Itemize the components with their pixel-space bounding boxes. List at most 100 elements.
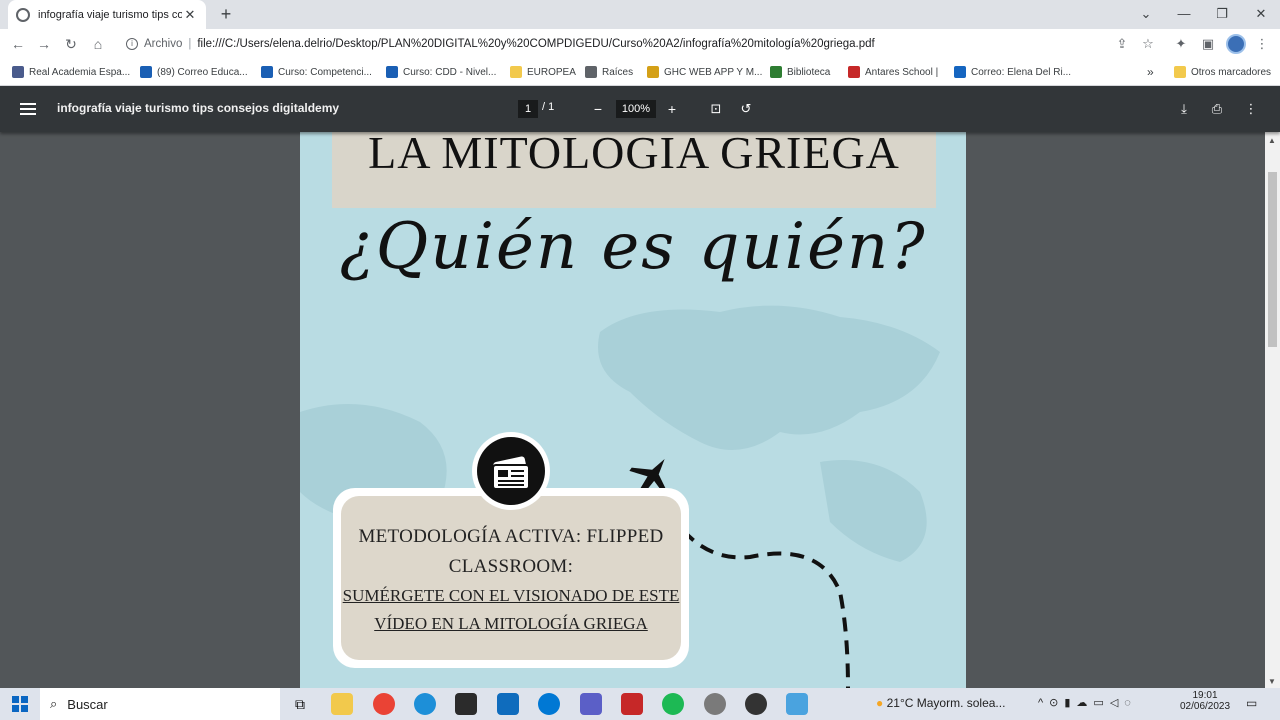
bookmark-label: Curso: Competenci... — [278, 66, 372, 78]
bookmark-item[interactable]: Curso: Competenci... — [261, 64, 372, 80]
other-bookmarks-folder[interactable]: Otros marcadores — [1174, 64, 1271, 80]
rotate-icon[interactable]: ↺ — [737, 101, 755, 117]
task-view-icon[interactable]: ⧉ — [289, 693, 311, 715]
weather-text: 21°C Mayorm. solea... — [886, 696, 1006, 710]
video-link[interactable]: SUMÉRGETE CON EL VISIONADO DE ESTE VÍDEO… — [341, 582, 681, 638]
bookmark-item[interactable]: GHC WEB APP Y M... — [647, 64, 762, 80]
windows-start-icon[interactable] — [12, 696, 28, 712]
clock[interactable]: 19:01 02/06/2023 — [1180, 690, 1230, 712]
store-icon[interactable] — [455, 693, 477, 715]
file-explorer-icon[interactable] — [331, 693, 353, 715]
profile-avatar[interactable] — [1226, 34, 1246, 54]
bookmark-label: Correo: Elena Del Ri... — [971, 66, 1072, 78]
other-bookmarks-label: Otros marcadores — [1191, 66, 1272, 78]
back-button[interactable]: ← — [6, 33, 30, 55]
bookmark-favicon-icon — [647, 66, 659, 78]
hamburger-menu-icon[interactable] — [20, 101, 36, 117]
teams-icon[interactable] — [580, 693, 602, 715]
download-icon[interactable]: ⤓ — [1175, 101, 1193, 117]
bookmark-item[interactable]: Correo: Elena Del Ri... — [954, 64, 1071, 80]
bookmark-item[interactable]: EUROPEA — [510, 64, 576, 80]
news-card-icon — [472, 432, 550, 510]
pdf-page: LA MITOLOGIA GRIEGA ¿Quién es quién? MET… — [300, 132, 966, 688]
bookmark-star-icon[interactable]: ☆ — [1139, 35, 1157, 53]
taskbar-search[interactable]: ⌕ Buscar — [40, 688, 280, 720]
system-tray-icons[interactable]: ^⊙▮☁▭◁◌ — [1038, 696, 1137, 709]
tab-title: infografía viaje turismo tips conse — [38, 8, 182, 21]
chrome-icon[interactable] — [373, 693, 395, 715]
bookmark-item[interactable]: (89) Correo Educa... — [140, 64, 248, 80]
bookmark-favicon-icon — [140, 66, 152, 78]
bookmark-label: Real Academia Espa... — [29, 66, 131, 78]
minimize-button[interactable]: — — [1165, 0, 1203, 29]
date: 02/06/2023 — [1180, 701, 1231, 712]
acrobat-icon[interactable] — [621, 693, 643, 715]
app-icon-4[interactable] — [786, 693, 808, 715]
search-placeholder: Buscar — [67, 696, 108, 712]
bookmark-favicon-icon — [12, 66, 24, 78]
maximize-button[interactable]: ❐ — [1203, 0, 1241, 29]
close-tab-icon[interactable]: ✕ — [182, 7, 198, 23]
zoom-level-input[interactable]: 100% — [616, 100, 656, 118]
share-icon[interactable]: ⇪ — [1113, 35, 1131, 53]
reload-button[interactable]: ↻ — [59, 33, 83, 55]
zoom-in-button[interactable]: + — [663, 100, 681, 118]
menu-kebab-icon[interactable]: ⋮ — [1253, 35, 1271, 53]
flipped-classroom-card: METODOLOGÍA ACTIVA: FLIPPED CLASSROOM: S… — [333, 488, 689, 668]
extensions-icon[interactable]: ✦ — [1172, 35, 1190, 53]
app-icon-3[interactable] — [745, 693, 767, 715]
bookmark-item[interactable]: Curso: CDD - Nivel... — [386, 64, 496, 80]
fit-page-icon[interactable]: ⊡ — [707, 101, 725, 117]
bookmark-label: Biblioteca — [787, 66, 831, 78]
bookmark-favicon-icon — [585, 66, 597, 78]
close-window-button[interactable]: ✕ — [1242, 0, 1280, 29]
spotify-icon[interactable] — [662, 693, 684, 715]
tab-search-chevron-icon[interactable]: ⌄ — [1127, 0, 1165, 29]
bookmark-label: (89) Correo Educa... — [157, 66, 248, 78]
weather-sun-icon: ● — [876, 696, 884, 710]
bookmark-label: GHC WEB APP Y M... — [664, 66, 763, 78]
app-icon-2[interactable] — [704, 693, 726, 715]
bookmark-favicon-icon — [386, 66, 398, 78]
notifications-icon[interactable]: ▭ — [1246, 696, 1257, 710]
side-panel-icon[interactable]: ▣ — [1199, 35, 1217, 53]
page-total: / 1 — [542, 101, 555, 113]
scrollbar-thumb[interactable] — [1268, 172, 1277, 347]
page-number-input[interactable]: 1 — [518, 100, 538, 118]
address-bar[interactable]: i Archivo | file:///C:/Users/elena.delri… — [120, 32, 1170, 56]
bookmark-label: EUROPEA — [527, 66, 576, 78]
folder-icon — [1174, 66, 1186, 78]
app-icon[interactable] — [538, 693, 560, 715]
bookmark-favicon-icon — [848, 66, 860, 78]
pdf-viewer[interactable]: LA MITOLOGIA GRIEGA ¿Quién es quién? MET… — [0, 132, 1265, 688]
bookmark-label: Antares School | — [865, 66, 939, 78]
more-actions-icon[interactable]: ⋮ — [1242, 101, 1260, 117]
bookmark-favicon-icon — [954, 66, 966, 78]
outlook-icon[interactable] — [497, 693, 519, 715]
home-button[interactable]: ⌂ — [86, 33, 110, 55]
more-bookmarks-button[interactable]: » — [1147, 64, 1154, 80]
info-icon[interactable]: i — [126, 38, 138, 50]
address-separator: | — [188, 38, 192, 50]
bookmark-item[interactable]: Real Academia Espa... — [12, 64, 130, 80]
bookmark-favicon-icon — [770, 66, 782, 78]
bookmark-item[interactable]: Biblioteca — [770, 64, 830, 80]
bookmark-item[interactable]: Antares School | — [848, 64, 938, 80]
scroll-down-arrow[interactable]: ▼ — [1268, 677, 1276, 686]
browser-toolbar: ← → ↻ ⌂ i Archivo | file:///C:/Users/ele… — [0, 29, 1280, 59]
scroll-up-arrow[interactable]: ▲ — [1268, 136, 1276, 145]
new-tab-button[interactable]: + — [216, 4, 236, 24]
weather-widget[interactable]: ● 21°C Mayorm. solea... — [876, 696, 1005, 710]
bookmark-favicon-icon — [261, 66, 273, 78]
edge-icon[interactable] — [414, 693, 436, 715]
pdf-title: infografía viaje turismo tips consejos d… — [57, 101, 340, 115]
viewer-scrollbar[interactable]: ▲ ▼ — [1265, 132, 1280, 688]
zoom-out-button[interactable]: − — [589, 100, 607, 118]
windows-taskbar: ⌕ Buscar ⧉ ● 21°C Mayorm. solea... ^⊙▮☁▭… — [0, 688, 1280, 720]
pdf-toolbar: infografía viaje turismo tips consejos d… — [0, 86, 1280, 132]
time: 19:01 — [1192, 690, 1218, 701]
print-icon[interactable]: ⎙ — [1208, 101, 1226, 117]
tab-pdf[interactable]: infografía viaje turismo tips conse ✕ — [8, 0, 206, 29]
bookmark-item[interactable]: Raíces — [585, 64, 633, 80]
forward-button[interactable]: → — [32, 33, 56, 55]
